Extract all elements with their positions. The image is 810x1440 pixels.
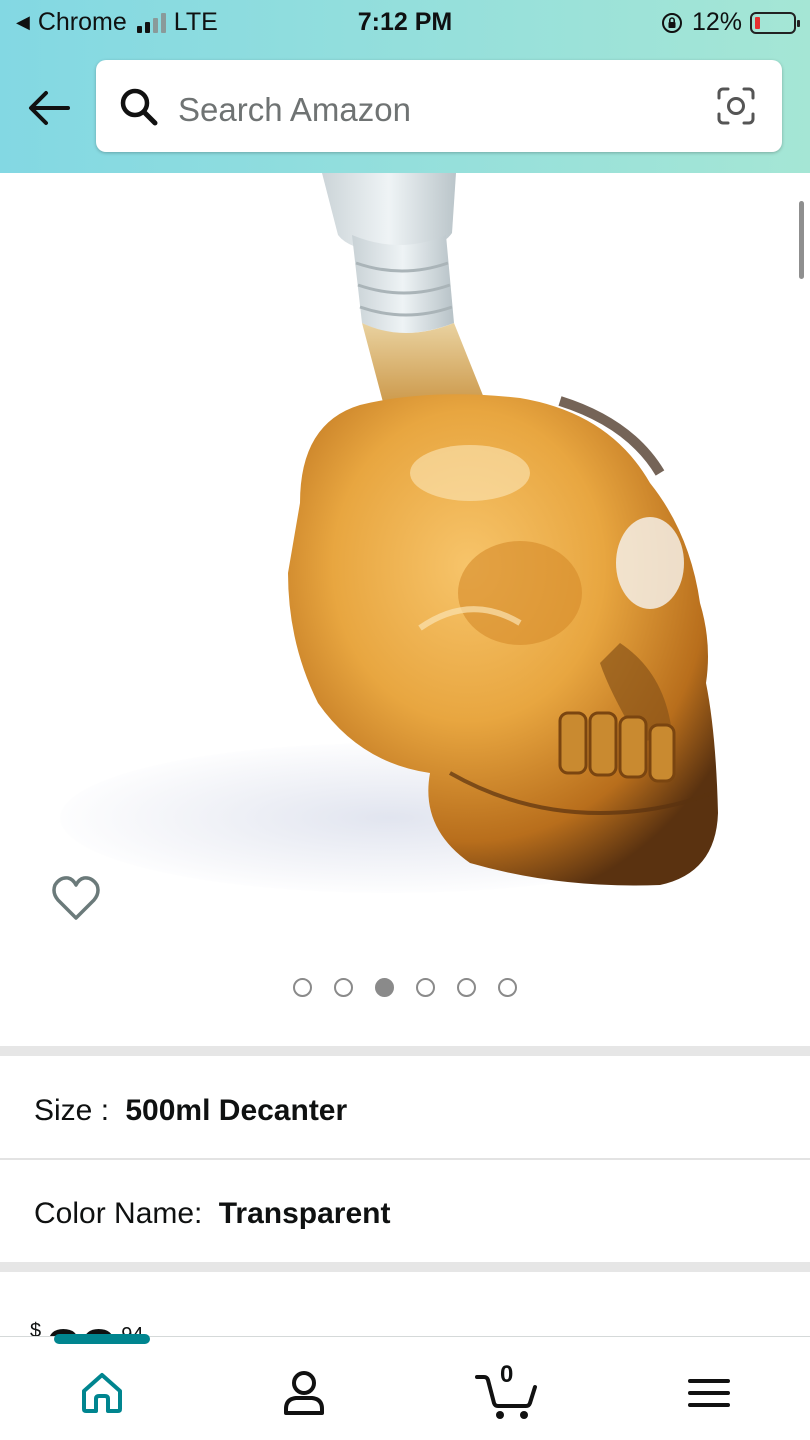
header: ◀ Chrome LTE 7:12 PM 12% Search Amazon (0, 0, 810, 173)
image-dot[interactable] (498, 978, 517, 997)
image-dot-active[interactable] (375, 978, 394, 997)
skull-decanter-image[interactable] (0, 173, 810, 1046)
section-divider (0, 1262, 810, 1272)
section-divider (0, 1046, 810, 1056)
cart-count: 0 (500, 1361, 514, 1388)
status-bar: ◀ Chrome LTE 7:12 PM 12% (0, 0, 810, 46)
image-dot[interactable] (334, 978, 353, 997)
menu-icon[interactable] (678, 1363, 738, 1423)
product-image-gallery[interactable] (0, 173, 810, 1046)
bottom-nav: 0 (0, 1334, 810, 1440)
color-label: Color Name: (34, 1197, 203, 1230)
image-dot[interactable] (293, 978, 312, 997)
size-value: 500ml Decanter (125, 1094, 348, 1127)
size-label: Size : (34, 1094, 110, 1127)
cart-button[interactable]: 0 (474, 1361, 540, 1423)
search-icon (120, 88, 158, 126)
back-arrow-icon[interactable] (24, 86, 72, 130)
image-dot[interactable] (457, 978, 476, 997)
active-tab-indicator (54, 1334, 150, 1344)
wishlist-heart-icon[interactable] (50, 873, 102, 925)
battery-icon (750, 11, 800, 34)
color-value: Transparent (218, 1197, 391, 1230)
camera-search-icon[interactable] (716, 86, 756, 126)
status-right: 12% (660, 8, 800, 37)
rotation-lock-icon (661, 12, 682, 33)
color-option[interactable]: Color Name: Transparent (34, 1197, 390, 1231)
search-placeholder: Search Amazon (178, 91, 411, 128)
home-icon[interactable] (72, 1363, 132, 1423)
image-pagination-dots (0, 978, 810, 997)
search-input[interactable]: Search Amazon (96, 60, 782, 152)
account-icon[interactable] (274, 1363, 334, 1423)
row-divider (0, 1158, 810, 1160)
size-option[interactable]: Size : 500ml Decanter (34, 1094, 347, 1128)
image-dot[interactable] (416, 978, 435, 997)
battery-percent: 12% (691, 8, 742, 36)
